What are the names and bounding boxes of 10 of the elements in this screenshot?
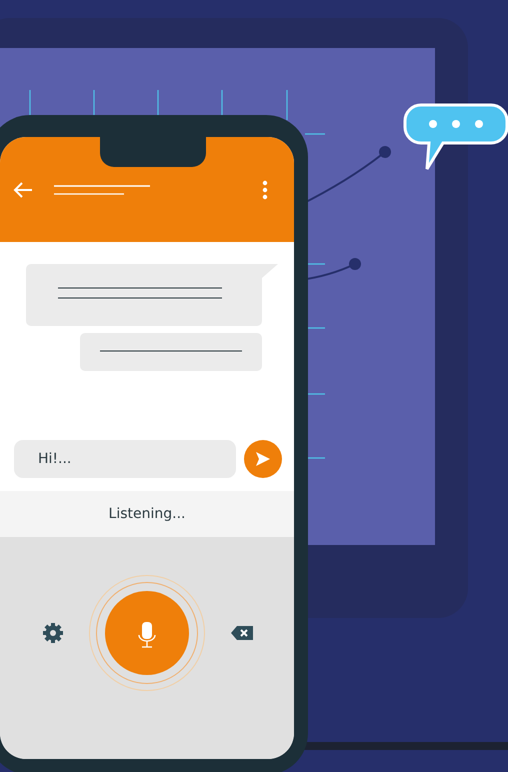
listening-status: Listening...: [0, 491, 294, 537]
back-icon[interactable]: [12, 180, 34, 198]
more-icon[interactable]: [262, 180, 268, 200]
settings-icon[interactable]: [42, 622, 64, 644]
send-icon: [255, 451, 271, 467]
send-button[interactable]: [244, 440, 282, 478]
message-input-field[interactable]: Hi!...: [14, 440, 236, 478]
backspace-icon[interactable]: [230, 625, 254, 641]
typing-bubble-icon: [403, 103, 508, 173]
microphone-button[interactable]: [105, 591, 189, 675]
